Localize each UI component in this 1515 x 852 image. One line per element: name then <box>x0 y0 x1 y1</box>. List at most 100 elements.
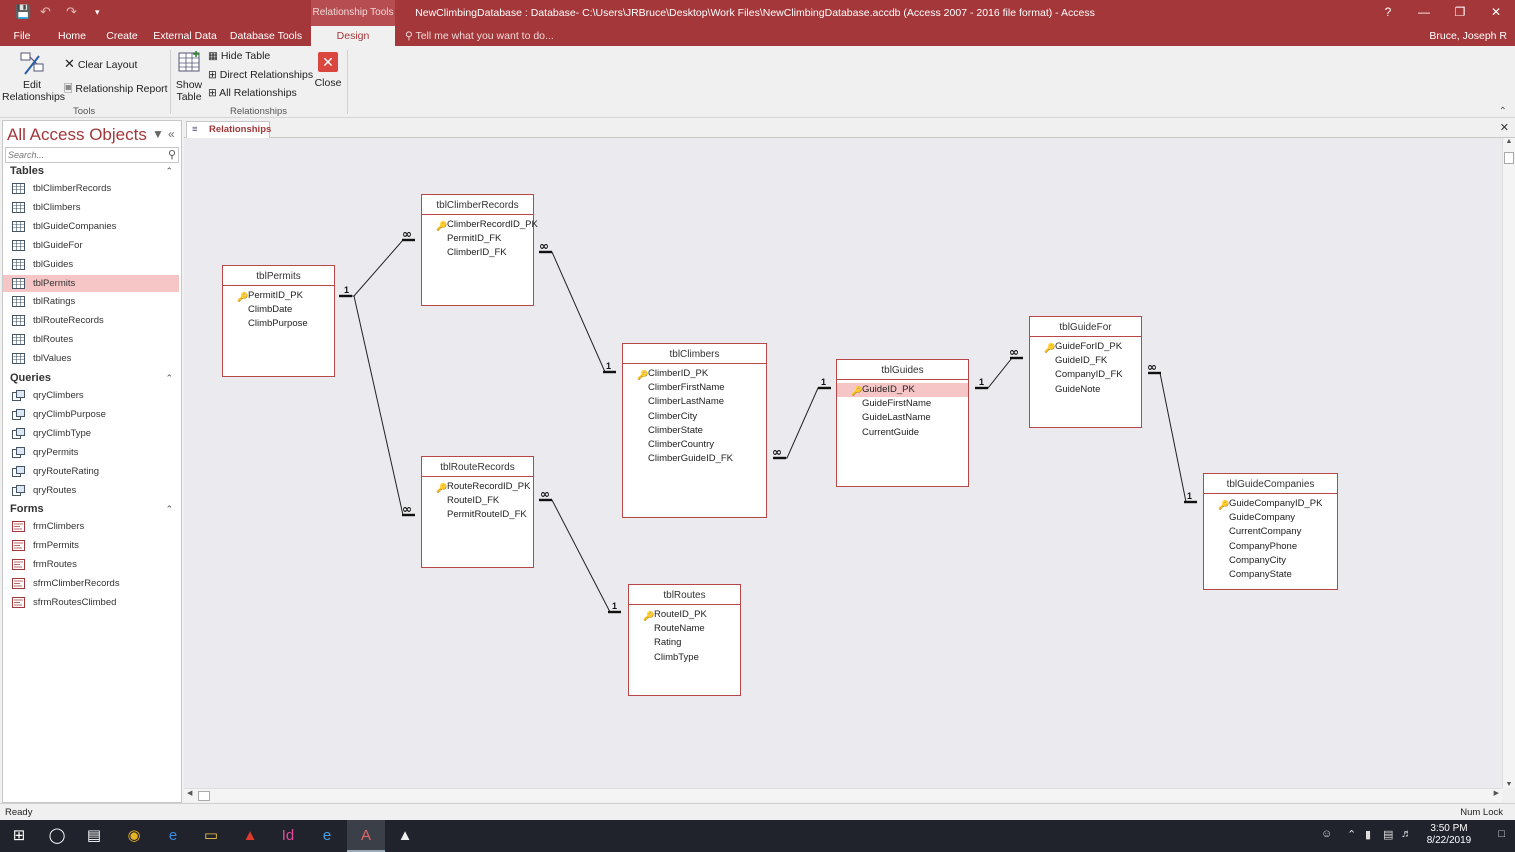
search-input[interactable] <box>6 148 156 162</box>
relationship-report-button[interactable]: 🗏 Relationship Report <box>64 81 168 99</box>
table-field[interactable]: CompanyID_FK <box>1030 368 1141 382</box>
nav-item-qryPermits[interactable]: qryPermits <box>3 444 179 461</box>
photos-icon[interactable]: ▲ <box>386 820 424 852</box>
minimize-button[interactable]: — <box>1406 0 1442 26</box>
hide-table-button[interactable]: ▦ Hide Table <box>208 50 270 62</box>
scroll-right-icon[interactable]: ▶ <box>1494 789 1499 797</box>
table-field[interactable]: CompanyCity <box>1204 554 1337 568</box>
table-box-tblPermits[interactable]: tblPermits 🔑 PermitID_PK ClimbDate ClimbPurp… <box>222 265 335 377</box>
all-relationships-button[interactable]: ⊞ All Relationships <box>208 87 297 99</box>
table-field[interactable]: ClimberLastName <box>623 395 766 409</box>
search-icon[interactable]: ⚲ <box>168 148 176 161</box>
scroll-thumb[interactable] <box>1504 152 1514 164</box>
table-field[interactable]: ClimberGuideID_FK <box>623 452 766 466</box>
table-box-tblGuides[interactable]: tblGuides 🔑 GuideID_PK GuideFirstName GuideL… <box>836 359 969 487</box>
clock[interactable]: 3:50 PM 8/22/2019 <box>1419 823 1479 847</box>
table-field[interactable]: CurrentGuide <box>837 426 968 440</box>
edge-icon[interactable]: e <box>154 820 192 852</box>
user-name[interactable]: Bruce, Joseph R <box>1429 26 1507 46</box>
table-field[interactable]: ClimberState <box>623 424 766 438</box>
nav-section-queries[interactable]: Queries ⌃ <box>3 370 181 386</box>
tab-design[interactable]: Design <box>311 26 395 46</box>
tab-file[interactable]: File <box>4 26 40 46</box>
table-title[interactable]: tblGuideCompanies <box>1204 474 1337 494</box>
edit-relationships-button[interactable]: Edit Relationships <box>2 50 65 103</box>
tab-external-data[interactable]: External Data <box>151 26 219 46</box>
table-field[interactable]: GuideNote <box>1030 383 1141 397</box>
table-field[interactable]: Rating <box>629 636 740 650</box>
table-field[interactable]: ClimberCity <box>623 410 766 424</box>
nav-item-tblClimbers[interactable]: tblClimbers <box>3 199 179 216</box>
cortana-search-icon[interactable]: ◯ <box>38 820 76 852</box>
nav-item-tblRoutes[interactable]: tblRoutes <box>3 331 179 348</box>
tab-create[interactable]: Create <box>101 26 143 46</box>
table-box-tblClimberRecords[interactable]: tblClimberRecords 🔑 ClimberRecordID_PK Perm… <box>421 194 538 306</box>
table-field[interactable]: CompanyPhone <box>1204 540 1337 554</box>
table-field[interactable]: ClimberFirstName <box>623 381 766 395</box>
table-field[interactable]: 🔑 GuideForID_PK <box>1030 340 1141 354</box>
nav-item-qryRoutes[interactable]: qryRoutes <box>3 482 179 499</box>
close-relationships-button[interactable]: ✕ Close <box>313 52 343 89</box>
scroll-left-icon[interactable]: ◀ <box>187 789 192 797</box>
show-hidden-icons-icon[interactable]: ⌃ <box>1347 828 1356 841</box>
table-field[interactable]: ClimbDate <box>223 303 334 317</box>
nav-item-tblValues[interactable]: tblValues <box>3 350 179 367</box>
vertical-scrollbar[interactable]: ▲ ▼ <box>1502 138 1515 788</box>
nav-item-qryClimbers[interactable]: qryClimbers <box>3 387 179 404</box>
save-icon[interactable]: 💾 <box>15 4 31 20</box>
table-title[interactable]: tblRoutes <box>629 585 740 605</box>
collapse-section-icon[interactable]: ⌃ <box>165 370 173 386</box>
table-field[interactable]: GuideID_FK <box>1030 354 1141 368</box>
table-field[interactable]: GuideFirstName <box>837 397 968 411</box>
tab-home[interactable]: Home <box>52 26 92 46</box>
nav-item-tblPermits[interactable]: tblPermits <box>3 274 179 292</box>
table-box-tblGuideCompanies[interactable]: tblGuideCompanies 🔑 GuideCompanyID_PK Guide… <box>1203 473 1338 590</box>
nav-item-sfrmRoutesClimbed[interactable]: sfrmRoutesClimbed <box>3 594 179 611</box>
table-title[interactable]: tblClimberRecords <box>422 195 533 215</box>
table-field[interactable]: RouteName <box>629 622 740 636</box>
scroll-down-icon[interactable]: ▼ <box>1503 781 1515 788</box>
table-field[interactable]: ClimbPurpose <box>223 317 334 331</box>
battery-icon[interactable]: ▮ <box>1365 828 1371 841</box>
volume-icon[interactable]: ♬ <box>1401 828 1412 840</box>
clear-layout-button[interactable]: ✕ Clear Layout <box>64 56 137 72</box>
help-button[interactable]: ? <box>1370 0 1406 26</box>
table-field[interactable]: GuideLastName <box>837 411 968 425</box>
nav-item-sfrmClimberRecords[interactable]: sfrmClimberRecords <box>3 575 179 592</box>
table-title[interactable]: tblGuideFor <box>1030 317 1141 337</box>
nav-item-frmClimbers[interactable]: frmClimbers <box>3 518 179 535</box>
tab-database-tools[interactable]: Database Tools <box>228 26 304 46</box>
table-field[interactable]: 🔑 ClimberRecordID_PK <box>422 218 538 232</box>
restore-button[interactable]: ❐ <box>1442 0 1478 26</box>
customize-toolbar-icon[interactable]: ▾ <box>95 7 100 18</box>
internet-explorer-icon[interactable]: e <box>308 820 346 852</box>
nav-item-tblRatings[interactable]: tblRatings <box>3 293 179 310</box>
table-field[interactable]: ClimberID_FK <box>422 246 533 260</box>
nav-item-frmPermits[interactable]: frmPermits <box>3 537 179 554</box>
collapse-ribbon-icon[interactable]: ⌃ <box>1499 106 1507 117</box>
table-field[interactable]: CompanyState <box>1204 568 1337 582</box>
table-field[interactable]: GuideCompany <box>1204 511 1337 525</box>
direct-relationships-button[interactable]: ⊞ Direct Relationships <box>208 69 313 81</box>
table-field[interactable]: 🔑 GuideCompanyID_PK <box>1204 497 1337 511</box>
table-field[interactable]: RouteID_FK <box>422 494 533 508</box>
nav-title[interactable]: All Access Objects <box>7 125 147 145</box>
collapse-section-icon[interactable]: ⌃ <box>165 163 173 179</box>
table-box-tblRoutes[interactable]: tblRoutes 🔑 RouteID_PK RouteName Rating Climb… <box>628 584 741 696</box>
table-title[interactable]: tblRouteRecords <box>422 457 533 477</box>
shutter-bar-icon[interactable]: « <box>168 127 175 141</box>
table-title[interactable]: tblClimbers <box>623 344 766 364</box>
network-icon[interactable]: ▤ <box>1383 828 1393 841</box>
acrobat-icon[interactable]: ▲ <box>231 820 269 852</box>
nav-item-qryRouteRating[interactable]: qryRouteRating <box>3 463 179 480</box>
table-field[interactable]: ClimberCountry <box>623 438 766 452</box>
table-field[interactable]: 🔑 GuideID_PK <box>837 383 968 398</box>
task-view-icon[interactable]: ▤ <box>75 820 113 852</box>
horizontal-scrollbar[interactable]: ◀ ▶ <box>184 788 1502 802</box>
nav-item-tblRouteRecords[interactable]: tblRouteRecords <box>3 312 179 329</box>
collapse-section-icon[interactable]: ⌃ <box>165 501 173 517</box>
table-box-tblClimbers[interactable]: tblClimbers 🔑 ClimberID_PK ClimberFirstName… <box>622 343 767 518</box>
chrome-icon[interactable]: ◉ <box>115 820 153 852</box>
access-icon[interactable]: A <box>347 820 385 852</box>
nav-menu-icon[interactable]: ▼ <box>152 127 164 141</box>
